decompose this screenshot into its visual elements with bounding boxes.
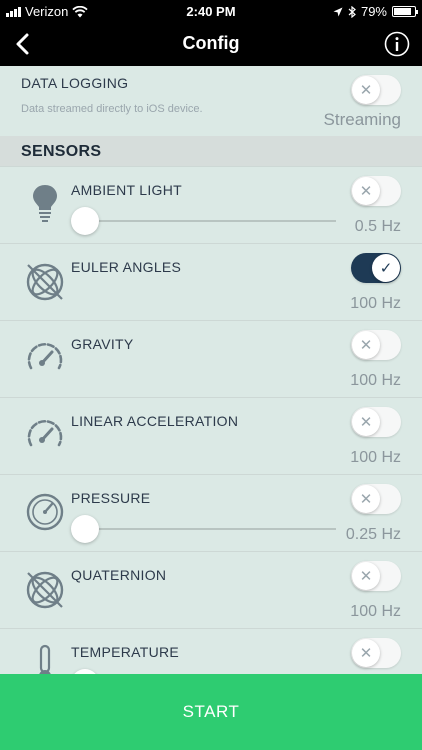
sensor-row-euler-angles: EULER ANGLES ✓ 100 Hz <box>0 243 422 320</box>
battery-percent: 79% <box>360 4 387 19</box>
location-icon <box>333 7 343 16</box>
sensor-row-linear-acceleration: LINEAR ACCELERATION ✕ 100 Hz <box>0 397 422 474</box>
x-mark-icon: ✕ <box>359 489 373 508</box>
sensor-name: QUATERNION <box>71 567 167 583</box>
sensor-rate: 100 Hz <box>350 603 401 620</box>
data-logging-row: DATA LOGGING Data streamed directly to i… <box>0 66 422 136</box>
sensor-row-ambient-light: AMBIENT LIGHT ✕ 0.5 Hz <box>0 166 422 243</box>
sensor-name: TEMPERATURE <box>71 644 180 660</box>
sensor-row-quaternion: QUATERNION ✕ 100 Hz <box>0 551 422 628</box>
sensor-toggle-ambient-light[interactable]: ✕ <box>351 176 401 206</box>
slider-track <box>85 528 336 530</box>
slider-track <box>85 220 336 222</box>
x-mark-icon: ✕ <box>359 643 373 662</box>
status-bar: Verizon 2:40 PM 79% <box>0 0 422 22</box>
sensor-toggle-linear-acceleration[interactable]: ✕ <box>351 407 401 437</box>
sensor-name: EULER ANGLES <box>71 259 182 275</box>
data-logging-status: Streaming <box>323 110 401 129</box>
checkmark-icon: ✓ <box>379 258 393 277</box>
gauge-icon <box>27 419 63 447</box>
sensor-rate: 100 Hz <box>350 372 401 389</box>
sensor-rate: 0.5 Hz <box>354 218 401 235</box>
slider-thumb[interactable] <box>71 515 99 543</box>
sensors-section-header: SENSORS <box>0 136 422 166</box>
sensor-rate: 0.25 Hz <box>345 526 401 543</box>
barometer-icon <box>26 493 64 531</box>
bluetooth-icon <box>348 5 356 18</box>
sensor-rate: 100 Hz <box>350 295 401 312</box>
x-mark-icon: ✕ <box>359 412 373 431</box>
gyroscope-icon <box>26 571 64 609</box>
info-icon[interactable] <box>384 31 410 57</box>
navigation-bar: Config <box>0 22 422 66</box>
sensor-toggle-pressure[interactable]: ✕ <box>351 484 401 514</box>
lightbulb-icon <box>33 185 57 222</box>
sensor-name: LINEAR ACCELERATION <box>71 413 239 429</box>
sample-rate-slider-ambient-light[interactable] <box>71 207 336 235</box>
x-mark-icon: ✕ <box>359 566 373 585</box>
data-logging-toggle[interactable]: ✕ <box>351 75 401 105</box>
sensor-row-gravity: GRAVITY ✕ 100 Hz <box>0 320 422 397</box>
sensor-name: GRAVITY <box>71 336 134 352</box>
page-title: Config <box>182 33 240 53</box>
sensor-rate: 100 Hz <box>350 449 401 466</box>
gauge-icon <box>27 342 63 370</box>
sensor-row-pressure: PRESSURE ✕ 0.25 Hz <box>0 474 422 551</box>
gyroscope-icon <box>26 263 64 301</box>
config-list[interactable]: DATA LOGGING Data streamed directly to i… <box>0 66 422 674</box>
x-mark-icon: ✕ <box>359 335 373 354</box>
sensor-toggle-quaternion[interactable]: ✕ <box>351 561 401 591</box>
x-mark-icon: ✕ <box>359 181 373 200</box>
slider-thumb[interactable] <box>71 207 99 235</box>
x-mark-icon: ✕ <box>359 80 373 99</box>
start-button[interactable]: START <box>0 674 422 750</box>
thermometer-icon <box>39 644 51 674</box>
sensor-toggle-gravity[interactable]: ✕ <box>351 330 401 360</box>
sample-rate-slider-pressure[interactable] <box>71 515 336 543</box>
sensors-section-label: SENSORS <box>21 143 102 160</box>
data-logging-description: Data streamed directly to iOS device. <box>21 103 203 115</box>
sensor-name: AMBIENT LIGHT <box>71 182 182 198</box>
data-logging-label: DATA LOGGING <box>21 75 129 91</box>
sensor-name: PRESSURE <box>71 490 151 506</box>
sensor-row-temperature: TEMPERATURE ✕ <box>0 628 422 674</box>
battery-icon <box>392 6 418 17</box>
sensor-toggle-euler-angles[interactable]: ✓ <box>351 253 401 283</box>
sensor-toggle-temperature[interactable]: ✕ <box>351 638 401 668</box>
